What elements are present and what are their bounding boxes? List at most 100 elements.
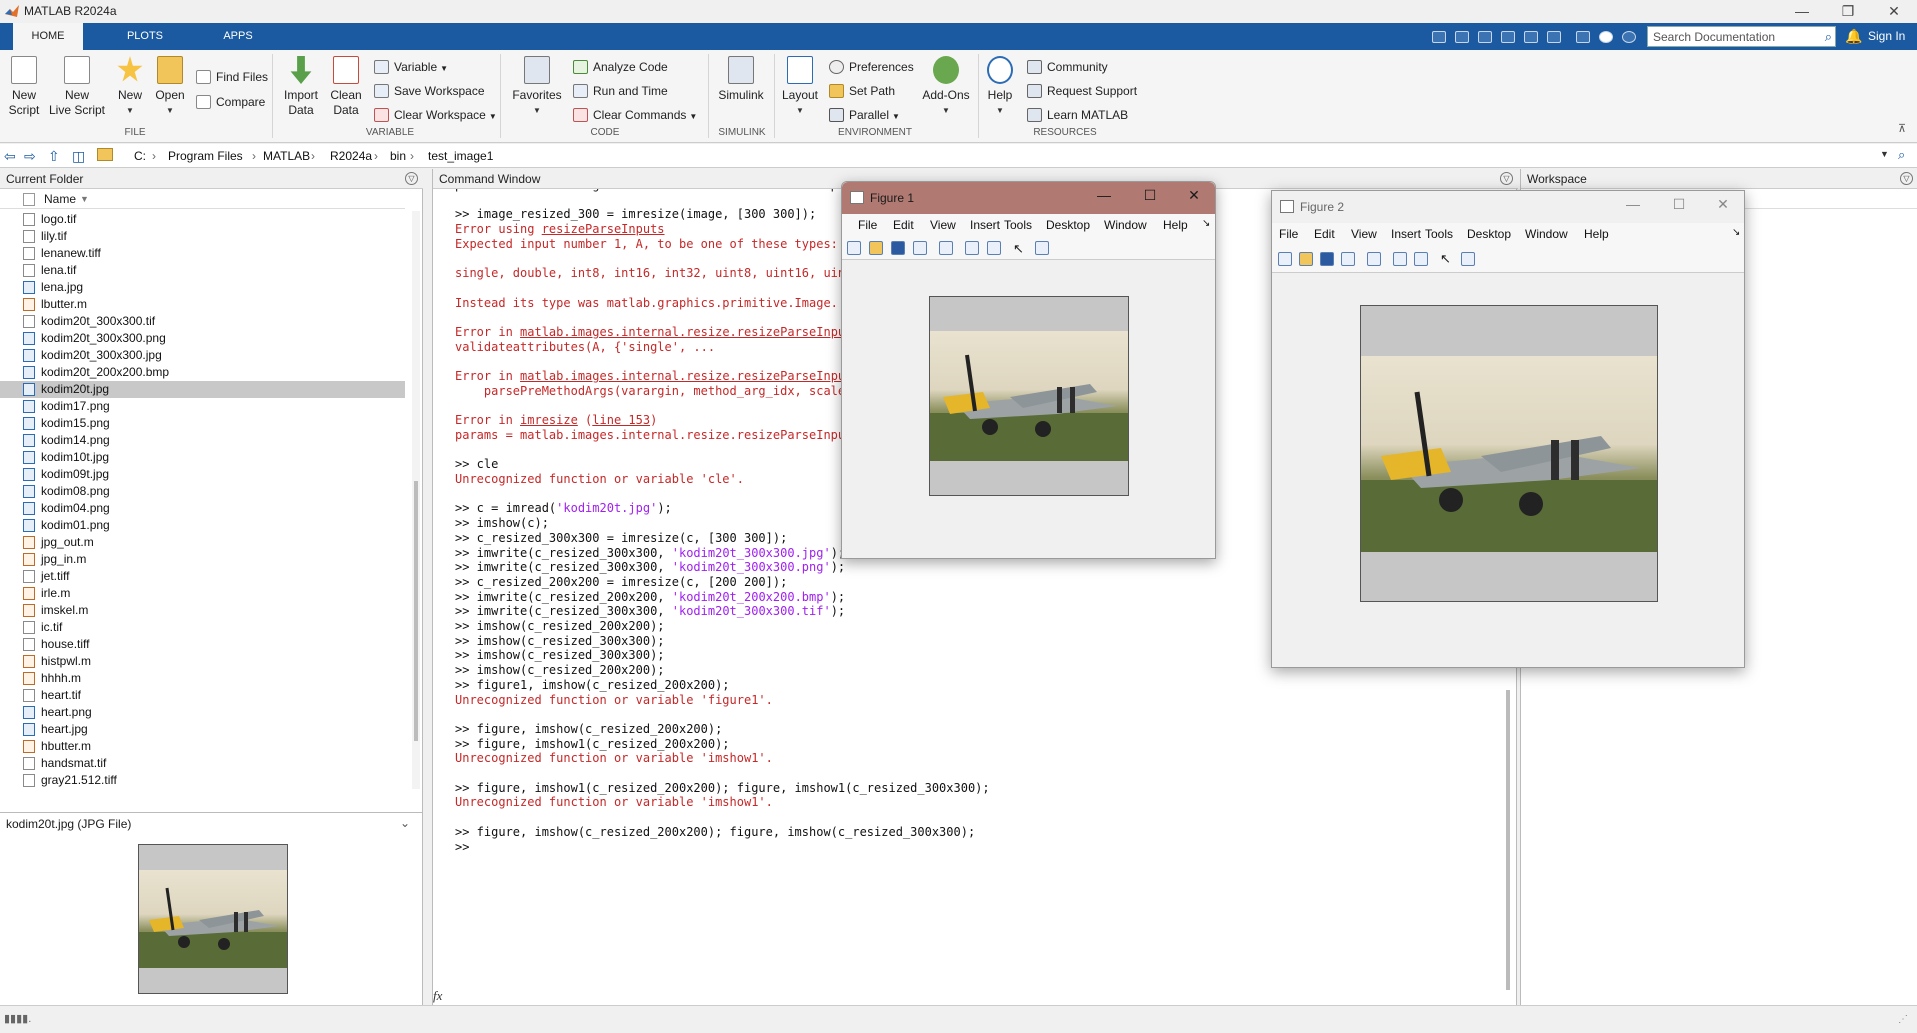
forward-arrow-icon[interactable]: ⇨ [24, 148, 36, 165]
new-script-button[interactable]: New Script [6, 56, 42, 118]
breadcrumb-item[interactable]: MATLAB [263, 149, 310, 163]
cursor-icon[interactable]: ↖ [1013, 241, 1027, 256]
cut-quick-icon[interactable] [1455, 31, 1469, 43]
breadcrumb-item[interactable]: bin [390, 149, 406, 163]
clear-workspace-dropdown[interactable]: Clear Workspace ▼ [374, 106, 497, 124]
expand-arrow-icon[interactable]: ↘ [1202, 218, 1210, 229]
figure-2-title-bar[interactable]: Figure 2 — ☐ ✕ [1272, 191, 1744, 223]
save-workspace-button[interactable]: Save Workspace [374, 82, 485, 100]
menu-desktop[interactable]: Desktop [1467, 227, 1511, 241]
chevron-down-icon[interactable]: ▼ [1880, 149, 1889, 159]
variable-dropdown[interactable]: Variable ▼ [374, 58, 448, 76]
menu-window[interactable]: Window [1104, 218, 1147, 232]
command-scrollbar-thumb[interactable] [1506, 690, 1510, 990]
browse-folder-icon[interactable]: ◫ [72, 148, 85, 165]
list-item[interactable]: histpwl.m [0, 653, 405, 670]
copy-quick-icon[interactable] [1478, 31, 1492, 43]
maximize-button[interactable]: ☐ [1135, 187, 1165, 204]
column-header-name[interactable]: Name ▼ [0, 189, 405, 209]
menu-file[interactable]: File [1279, 227, 1298, 241]
list-item[interactable]: logo.tif [0, 211, 405, 228]
favorites-button[interactable]: Favorites ▼ [510, 56, 564, 118]
list-item[interactable]: kodim20t_200x200.bmp [0, 364, 405, 381]
open-button[interactable]: Open ▼ [154, 56, 186, 118]
list-item[interactable]: kodim20t_300x300.tif [0, 313, 405, 330]
list-item[interactable]: kodim20t.jpg [0, 381, 405, 398]
list-item[interactable]: kodim10t.jpg [0, 449, 405, 466]
list-item[interactable]: kodim17.png [0, 398, 405, 415]
clear-commands-dropdown[interactable]: Clear Commands ▼ [573, 106, 697, 124]
menu-edit[interactable]: Edit [1314, 227, 1335, 241]
list-item[interactable]: kodim08.png [0, 483, 405, 500]
paste-quick-icon[interactable] [1501, 31, 1515, 43]
menu-help[interactable]: Help [1163, 218, 1188, 232]
minimize-button[interactable]: — [1089, 187, 1119, 203]
figure-2-window[interactable]: Figure 2 — ☐ ✕ File Edit View Insert Too… [1271, 190, 1745, 668]
list-item[interactable]: hbutter.m [0, 738, 405, 755]
import-data-button[interactable]: Import Data [280, 56, 322, 118]
save-icon[interactable] [891, 241, 905, 255]
insert-colorbar-icon[interactable] [1393, 252, 1407, 266]
list-item[interactable]: jpg_in.m [0, 551, 405, 568]
set-path-button[interactable]: Set Path [829, 82, 895, 100]
close-button[interactable]: ✕ [1708, 196, 1738, 213]
save-icon[interactable] [1320, 252, 1334, 266]
chevron-down-icon[interactable]: ⌄ [400, 816, 410, 830]
open-file-icon[interactable] [1299, 252, 1313, 266]
breadcrumb-item[interactable]: Program Files [168, 149, 243, 163]
help-quick-icon[interactable] [1599, 31, 1613, 43]
list-item[interactable]: ic.tif [0, 619, 405, 636]
new-button[interactable]: New ▼ [114, 56, 146, 118]
list-item[interactable]: heart.tif [0, 687, 405, 704]
layout-button[interactable]: Layout ▼ [780, 56, 820, 118]
property-inspector-icon[interactable] [1035, 241, 1049, 255]
undo-quick-icon[interactable] [1524, 31, 1538, 43]
help-button[interactable]: Help ▼ [984, 56, 1016, 118]
property-inspector-icon[interactable] [1461, 252, 1475, 266]
search-icon[interactable]: ⌕ [1825, 29, 1832, 45]
list-item[interactable]: kodim20t_300x300.png [0, 330, 405, 347]
simulink-button[interactable]: Simulink [716, 56, 766, 103]
list-item[interactable]: heart.jpg [0, 721, 405, 738]
print-icon[interactable] [913, 241, 927, 255]
error-link[interactable]: matlab.images.internal.resize.resizePars… [520, 369, 860, 383]
breadcrumb[interactable]: C: › Program Files › MATLAB › R2024a › b… [118, 144, 1878, 168]
error-link[interactable]: resizeParseInputs [542, 222, 665, 236]
clean-data-button[interactable]: Clean Data [328, 56, 364, 118]
menu-window[interactable]: Window [1525, 227, 1568, 241]
menu-view[interactable]: View [930, 218, 956, 232]
redo-quick-icon[interactable] [1547, 31, 1561, 43]
add-ons-button[interactable]: Add-Ons ▼ [920, 56, 972, 118]
resize-grip-icon[interactable]: ⋰ [1898, 1014, 1908, 1025]
find-files-button[interactable]: Find Files [196, 68, 268, 86]
breadcrumb-item[interactable]: test_image1 [428, 149, 493, 163]
menu-help[interactable]: Help [1584, 227, 1609, 241]
save-quick-icon[interactable] [1432, 31, 1446, 43]
list-item[interactable]: gray21.512.tiff [0, 772, 405, 789]
list-item[interactable]: kodim01.png [0, 517, 405, 534]
search-documentation-input[interactable]: Search Documentation ⌕ [1647, 26, 1836, 47]
list-item[interactable]: heart.png [0, 704, 405, 721]
new-figure-icon[interactable] [847, 241, 861, 255]
folder-scrollbar[interactable] [412, 211, 420, 789]
search-folder-icon[interactable]: ⌕ [1898, 147, 1905, 163]
tab-apps[interactable]: APPS [203, 23, 273, 50]
list-item[interactable]: kodim09t.jpg [0, 466, 405, 483]
list-item[interactable]: irle.m [0, 585, 405, 602]
breadcrumb-item[interactable]: R2024a [330, 149, 372, 163]
parallel-dropdown[interactable]: Parallel ▼ [829, 106, 900, 124]
menu-tools[interactable]: Tools [1004, 218, 1032, 232]
maximize-button[interactable]: ❐ [1825, 0, 1871, 23]
menu-desktop[interactable]: Desktop [1046, 218, 1090, 232]
analyze-code-button[interactable]: Analyze Code [573, 58, 668, 76]
notification-bell-icon[interactable]: 🔔 [1845, 28, 1862, 45]
menu-insert[interactable]: Insert [970, 218, 1000, 232]
list-item[interactable]: house.tiff [0, 636, 405, 653]
list-item[interactable]: lbutter.m [0, 296, 405, 313]
switch-windows-icon[interactable] [1576, 31, 1590, 43]
preferences-button[interactable]: Preferences [829, 58, 914, 76]
error-link[interactable]: line 153 [592, 413, 650, 427]
community-link[interactable]: Community [1027, 58, 1108, 76]
settings-quick-icon[interactable] [1622, 31, 1636, 43]
figure-1-title-bar[interactable]: Figure 1 — ☐ ✕ [842, 182, 1215, 214]
